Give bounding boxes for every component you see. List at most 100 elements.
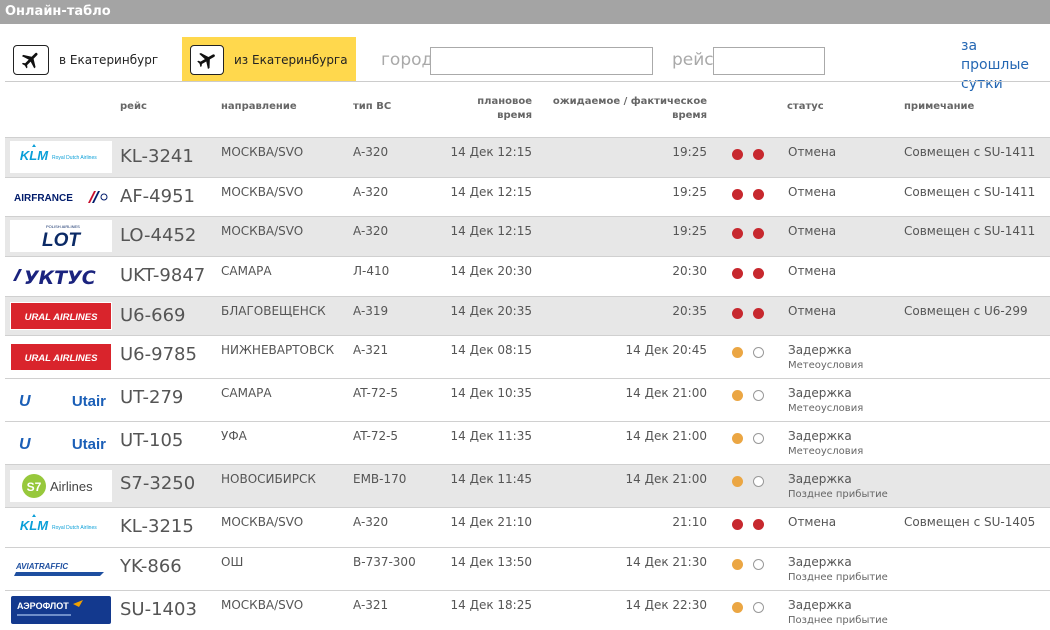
airline-logo: URAL AIRLINES xyxy=(10,302,112,330)
flight-status: Задержка xyxy=(788,472,852,486)
status-light-2 xyxy=(753,189,764,200)
flight-number: U6-9785 xyxy=(120,344,197,365)
aircraft-type: B-737-300 xyxy=(353,555,416,569)
flight-number: UKT-9847 xyxy=(120,265,206,286)
airline-logo: KLM Royal Dutch Airlines xyxy=(10,141,112,173)
status-light-2 xyxy=(753,476,764,487)
flight-status: Задержка xyxy=(788,343,852,357)
svg-text:УКТУС: УКТУС xyxy=(24,267,96,289)
board-title: Онлайн-табло xyxy=(0,0,1050,24)
actual-time: 19:25 xyxy=(672,185,707,199)
flight-number: LO-4452 xyxy=(120,225,197,246)
airline-logo: S7 Airlines xyxy=(10,470,112,502)
status-light-2 xyxy=(753,308,764,319)
airline-logo: УКТУС xyxy=(10,260,112,292)
aircraft-type: A-320 xyxy=(353,185,389,199)
flight-direction: САМАРА xyxy=(221,386,272,400)
flight-status: Задержка xyxy=(788,555,852,569)
aircraft-type: A-321 xyxy=(353,598,389,612)
tab-departures[interactable]: из Екатеринбурга xyxy=(182,37,356,82)
flight-row: KLM Royal Dutch Airlines KL-3241 МОСКВА/SVO… xyxy=(5,137,1050,177)
svg-text:Royal Dutch Airlines: Royal Dutch Airlines xyxy=(52,155,97,161)
airline-logo: KLM Royal Dutch Airlines xyxy=(10,511,112,543)
flight-direction: САМАРА xyxy=(221,264,272,278)
city-filter-input[interactable] xyxy=(430,47,653,75)
flight-status: Задержка xyxy=(788,386,852,400)
status-reason: Позднее прибытие xyxy=(788,572,888,583)
actual-time: 14 Дек 21:00 xyxy=(625,429,708,443)
flight-status: Отмена xyxy=(788,515,837,529)
svg-text:U: U xyxy=(19,436,31,453)
status-light-2 xyxy=(753,390,764,401)
actual-time: 14 Дек 21:00 xyxy=(625,472,708,486)
svg-text:URAL AIRLINES: URAL AIRLINES xyxy=(25,353,99,364)
scheduled-time: 14 Дек 21:10 xyxy=(450,515,533,529)
column-header-actual-line2: время xyxy=(672,110,707,121)
svg-text:Utair: Utair xyxy=(72,436,106,453)
flight-note: Совмещен с SU-1411 xyxy=(904,145,1036,159)
svg-text:KLM: KLM xyxy=(20,518,49,533)
flight-row: POLISH AIRLINES LOT LO-4452 МОСКВА/SVO A-320… xyxy=(5,216,1050,256)
flight-row: УКТУС UKT-9847 САМАРА Л-410 14 Дек 20:30 20:3… xyxy=(5,256,1050,296)
svg-text:AIRFRANCE: AIRFRANCE xyxy=(14,193,73,204)
actual-time: 19:25 xyxy=(672,145,707,159)
status-reason: Позднее прибытие xyxy=(788,489,888,500)
status-light-1 xyxy=(732,602,743,613)
svg-text:AVIATRAFFIC: AVIATRAFFIC xyxy=(15,562,68,571)
flight-row: U Utair UT-279 САМАРА AT-72-5 14 Дек 10:35 14 … xyxy=(5,378,1050,421)
svg-text:U: U xyxy=(19,393,31,410)
scheduled-time: 14 Дек 18:25 xyxy=(450,598,533,612)
status-light-1 xyxy=(732,476,743,487)
status-light-1 xyxy=(732,308,743,319)
flight-direction: МОСКВА/SVO xyxy=(221,145,304,159)
status-light-1 xyxy=(732,149,743,160)
flight-direction: БЛАГОВЕЩЕНСК xyxy=(221,304,326,318)
column-header-scheduled: плановое время xyxy=(477,95,532,123)
flight-number: SU-1403 xyxy=(120,599,197,620)
flight-row: AVIATRAFFIC YK-866 ОШ B-737-300 14 Дек 13:50… xyxy=(5,547,1050,590)
status-light-2 xyxy=(753,559,764,570)
flight-status: Отмена xyxy=(788,304,837,318)
flight-direction: НОВОСИБИРСК xyxy=(221,472,316,486)
scheduled-time: 14 Дек 12:15 xyxy=(450,145,533,159)
flight-number: YK-866 xyxy=(120,556,182,577)
flight-filter-input[interactable] xyxy=(713,47,825,75)
departure-plane-icon xyxy=(190,44,224,75)
airline-logo: U Utair xyxy=(10,427,112,459)
city-filter-label: город xyxy=(381,50,434,70)
flight-number: S7-3250 xyxy=(120,473,196,494)
flight-number: UT-105 xyxy=(120,430,184,451)
status-light-2 xyxy=(753,519,764,530)
actual-time: 14 Дек 21:30 xyxy=(625,555,708,569)
flight-direction: МОСКВА/SVO xyxy=(221,224,304,238)
actual-time: 14 Дек 22:30 xyxy=(625,598,708,612)
status-light-2 xyxy=(753,347,764,358)
flight-note: Совмещен с SU-1411 xyxy=(904,185,1036,199)
flight-direction: МОСКВА/SVO xyxy=(221,185,304,199)
arrival-plane-icon xyxy=(13,44,49,75)
flight-status: Задержка xyxy=(788,429,852,443)
aircraft-type: A-321 xyxy=(353,343,389,357)
tab-arrivals[interactable]: в Екатеринбург xyxy=(5,37,177,82)
aircraft-type: AT-72-5 xyxy=(353,386,399,400)
flight-status: Отмена xyxy=(788,264,837,278)
scheduled-time: 14 Дек 08:15 xyxy=(450,343,533,357)
status-light-2 xyxy=(753,602,764,613)
flight-number: U6-669 xyxy=(120,305,186,326)
status-light-1 xyxy=(732,390,743,401)
aircraft-type: A-320 xyxy=(353,515,389,529)
flight-number: KL-3215 xyxy=(120,516,194,537)
scheduled-time: 14 Дек 20:35 xyxy=(450,304,533,318)
airline-logo: URAL AIRLINES xyxy=(10,343,112,371)
flight-row: S7 Airlines S7-3250 НОВОСИБИРСК EMB-170 14 Де… xyxy=(5,464,1050,507)
svg-text:POLISH AIRLINES: POLISH AIRLINES xyxy=(46,224,80,229)
column-header-scheduled-line2: время xyxy=(497,110,532,121)
status-reason: Позднее прибытие xyxy=(788,615,888,626)
status-light-1 xyxy=(732,228,743,239)
previous-day-link[interactable]: за прошлые сутки xyxy=(961,37,1049,94)
status-light-2 xyxy=(753,228,764,239)
flight-row: АЭРОФЛОТ SU-1403 МОСКВА/SVO A-321 14 Дек 18:… xyxy=(5,590,1050,630)
actual-time: 20:35 xyxy=(672,304,707,318)
column-header-flight: рейс xyxy=(120,101,147,112)
flight-number: UT-279 xyxy=(120,387,184,408)
